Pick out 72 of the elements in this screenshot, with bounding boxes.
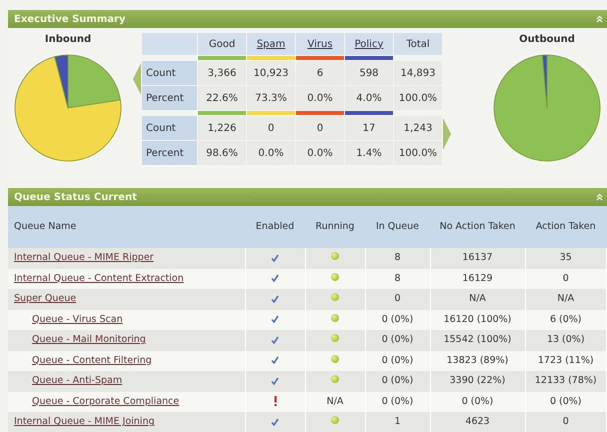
table-cell: 8 bbox=[365, 268, 430, 289]
table-cell: 6 bbox=[296, 61, 344, 85]
table-cell: N/A bbox=[430, 289, 525, 310]
table-cell: 10,923 bbox=[247, 61, 295, 85]
table-cell: 15542 (100%) bbox=[430, 330, 525, 350]
table-cell: 16137 bbox=[430, 248, 525, 268]
row-label: Percent bbox=[142, 141, 197, 165]
table-cell: 0 (0%) bbox=[365, 310, 430, 330]
table-cell: 0 (0%) bbox=[365, 350, 430, 371]
column-header: Good bbox=[208, 38, 236, 50]
table-cell: 98.6% bbox=[198, 141, 246, 165]
table-cell: 16129 bbox=[430, 268, 525, 289]
table-cell: 8 bbox=[365, 248, 430, 268]
arrow-icon bbox=[443, 118, 451, 150]
table-cell: 73.3% bbox=[247, 86, 295, 110]
table-cell: 0 (0%) bbox=[365, 371, 430, 392]
column-header: Action Taken bbox=[525, 206, 606, 248]
table-cell: 0 bbox=[525, 412, 606, 432]
table-cell: 1 bbox=[365, 412, 430, 432]
column-header: No Action Taken bbox=[430, 206, 525, 248]
table-cell: 4623 bbox=[430, 412, 525, 432]
table-cell: 4.0% bbox=[345, 86, 393, 110]
collapse-icon[interactable] bbox=[596, 15, 603, 23]
panel-title: Queue Status Current bbox=[14, 190, 137, 204]
table-cell: 0.0% bbox=[296, 141, 344, 165]
table-cell: 3,366 bbox=[198, 61, 246, 85]
pie-title: Inbound bbox=[44, 33, 92, 47]
panel-title: Executive Summary bbox=[14, 12, 126, 26]
table-cell: 3390 (22%) bbox=[430, 371, 525, 392]
table-cell: 6 (0%) bbox=[525, 310, 606, 330]
table-cell: 16120 (100%) bbox=[430, 310, 525, 330]
table-cell: 1,243 bbox=[394, 116, 442, 140]
table-cell: 14,893 bbox=[394, 61, 442, 85]
table-cell: N/A bbox=[326, 396, 344, 407]
collapse-icon[interactable] bbox=[596, 193, 603, 201]
queue-link[interactable]: Queue - Content Filtering bbox=[32, 354, 152, 366]
column-header: Total bbox=[406, 38, 430, 50]
table-cell: 0 bbox=[247, 116, 295, 140]
row-label: Count bbox=[142, 116, 197, 140]
table-cell: 100.0% bbox=[394, 141, 442, 165]
table-cell: 0 bbox=[296, 116, 344, 140]
table-cell: 0 bbox=[365, 289, 430, 310]
table-cell: 1,226 bbox=[198, 116, 246, 140]
pie-title: Outbound bbox=[519, 33, 575, 47]
table-cell: 0.0% bbox=[296, 86, 344, 110]
table-cell: N/A bbox=[525, 289, 606, 310]
table-cell: 12133 (78%) bbox=[525, 371, 606, 392]
column-header: Running bbox=[305, 206, 365, 248]
table-cell: 0 (0%) bbox=[430, 392, 525, 412]
table-cell: 1723 (11%) bbox=[525, 350, 606, 371]
row-label: Count bbox=[142, 61, 197, 85]
table-cell: 13823 (89%) bbox=[430, 350, 525, 371]
queue-link[interactable]: Queue - Virus Scan bbox=[32, 314, 123, 325]
table-cell: 100.0% bbox=[394, 86, 442, 110]
table-cell: 0 (0%) bbox=[365, 392, 430, 412]
table-cell: 1.4% bbox=[345, 141, 393, 165]
column-header: Enabled bbox=[245, 206, 305, 248]
column-header: Queue Name bbox=[8, 206, 245, 248]
queue-link[interactable]: Queue - Corporate Compliance bbox=[32, 396, 180, 407]
queue-link[interactable]: Super Queue bbox=[14, 293, 76, 304]
table-cell: 17 bbox=[345, 116, 393, 140]
table-cell: 0.0% bbox=[247, 141, 295, 165]
table-cell: 0 bbox=[525, 268, 606, 289]
table-cell: 13 (0%) bbox=[525, 330, 606, 350]
table-cell: 35 bbox=[525, 248, 606, 268]
table-cell: 0 (0%) bbox=[365, 330, 430, 350]
column-header: In Queue bbox=[365, 206, 430, 248]
table-cell: 0 (0%) bbox=[525, 392, 606, 412]
table-cell: 22.6% bbox=[198, 86, 246, 110]
table-cell: 598 bbox=[345, 61, 393, 85]
row-label: Percent bbox=[142, 86, 197, 110]
queue-link[interactable]: Internal Queue - Content Extraction bbox=[14, 272, 184, 284]
